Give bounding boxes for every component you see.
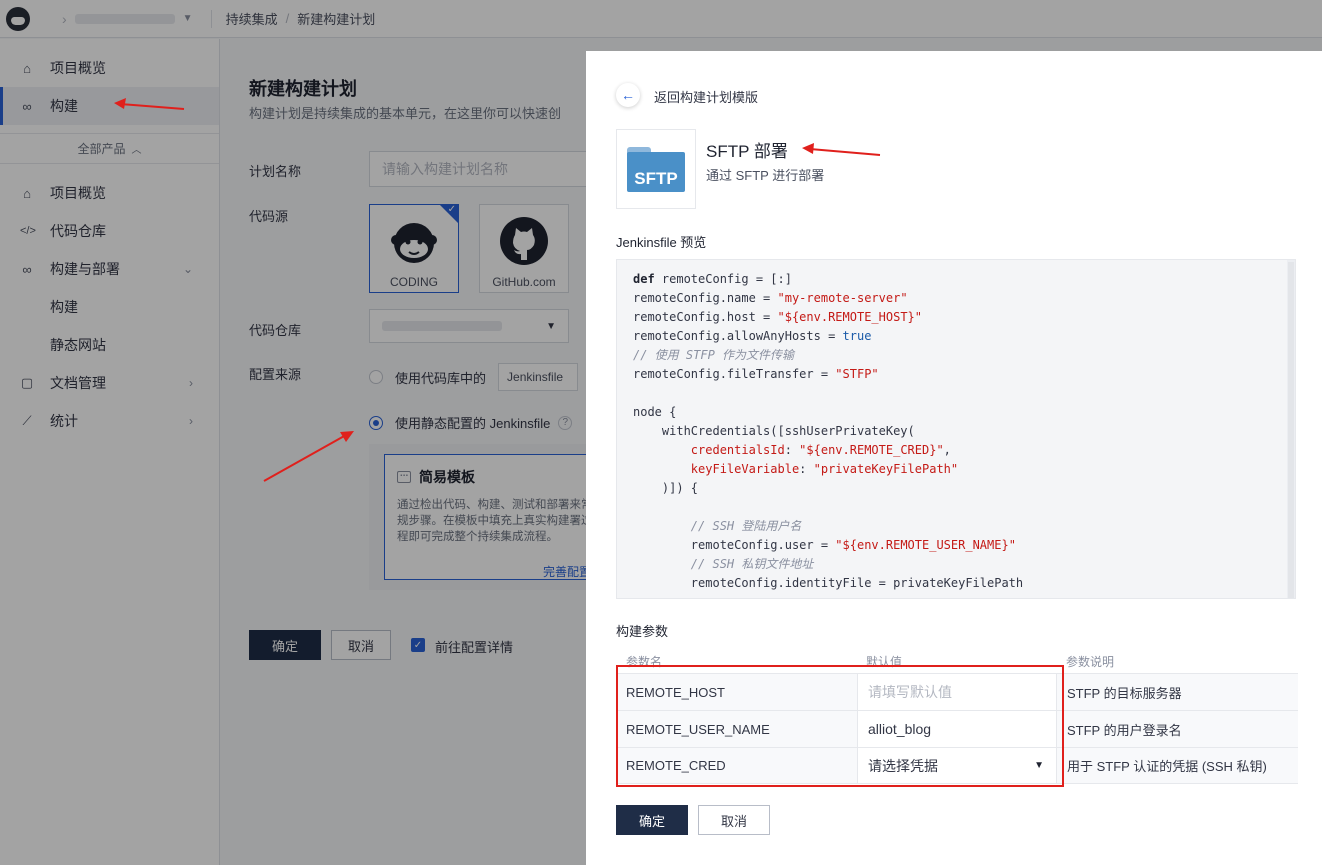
jenkinsfile-code-preview[interactable]: def remoteConfig = [:] remoteConfig.name… (616, 259, 1296, 599)
template-name: SFTP 部署 (706, 142, 788, 161)
annotation-arrow (114, 98, 185, 110)
param-desc: STFP 的用户登录名 (1067, 722, 1182, 738)
folder-icon: SFTP (627, 147, 685, 192)
back-link[interactable]: 返回构建计划模版 (654, 87, 758, 106)
sftp-template-icon: SFTP (616, 129, 696, 209)
header-param-desc: 参数说明 (1066, 654, 1115, 669)
annotation-arrow (263, 431, 354, 482)
annotation-arrow (802, 143, 881, 156)
param-desc: STFP 的目标服务器 (1067, 685, 1182, 701)
drawer-confirm-button[interactable]: 确定 (616, 805, 688, 835)
back-arrow-icon[interactable]: ← (616, 83, 640, 107)
code-block: def remoteConfig = [:] remoteConfig.name… (633, 272, 1024, 590)
template-description: 通过 SFTP 进行部署 (706, 168, 825, 183)
code-scrollbar[interactable] (1287, 260, 1295, 598)
param-desc: 用于 STFP 认证的凭据 (SSH 私钥) (1067, 759, 1267, 774)
drawer-cancel-button[interactable]: 取消 (698, 805, 770, 835)
jenkinsfile-preview-title: Jenkinsfile 预览 (616, 235, 707, 250)
build-params-title: 构建参数 (616, 624, 669, 639)
annotation-highlight-box (616, 665, 1064, 787)
